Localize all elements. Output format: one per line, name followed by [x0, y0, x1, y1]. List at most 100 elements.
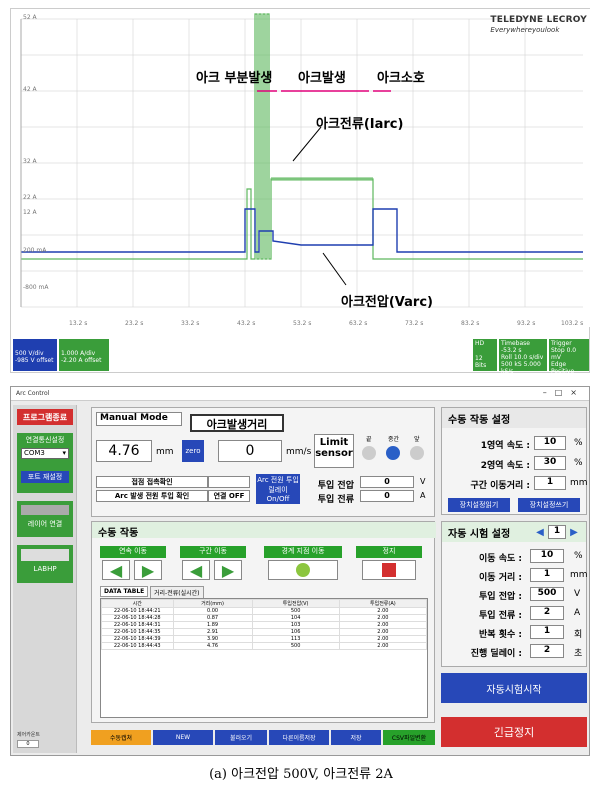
limit-sensor-label: Limit sensor [314, 434, 354, 468]
y-tick: 52 A [23, 14, 37, 21]
table-row[interactable]: 22-06-10 18:44:21 0.00 500 2.00 [101, 607, 428, 615]
emergency-stop-button[interactable]: 긴급정지 [441, 717, 587, 747]
load-button[interactable]: 불러오기 [215, 730, 267, 745]
labhp-box: LABHP [17, 545, 73, 583]
zone1-speed-input[interactable]: 10 [534, 436, 566, 450]
port-reset-button[interactable]: 포트 재설정 [21, 471, 69, 483]
save-as-button[interactable]: 다른이름저장 [269, 730, 329, 745]
table-row[interactable]: 22-06-10 18:44:39 3.90 113 2.00 [101, 635, 428, 643]
exit-program-button[interactable]: 프로그램종료 [17, 409, 73, 425]
section-distance-label: 구간 이동거리 : [470, 481, 530, 491]
figure-caption: (a) 아크전압 500V, 아크전류 2A [209, 767, 393, 782]
boundary-move-button[interactable] [268, 560, 338, 580]
voltage-trace [21, 208, 583, 253]
current-trace [21, 13, 583, 260]
led-label-front: 앞 [414, 436, 420, 443]
arc-distance-callout: 아크발생거리 [190, 414, 284, 432]
table-row[interactable]: 22-06-10 18:44:35 2.91 106 2.00 [101, 628, 428, 636]
oscilloscope-screenshot: 52 A 42 A 32 A 22 A 12 A 200 mA -800 mA … [10, 8, 591, 375]
tiny-label: 제어카운트 [17, 732, 41, 738]
relay-indicator [21, 505, 69, 515]
applied-voltage-input[interactable]: 500 [530, 587, 564, 601]
relay-connect-button[interactable]: 레이어 연결 [17, 519, 73, 529]
input-voltage-label: 투입 전압 [317, 481, 354, 491]
auto-index[interactable]: 1 [548, 525, 566, 539]
x-tick: 93.2 s [517, 320, 536, 327]
title-bar: Arc Control –□× [11, 387, 589, 401]
manual-capture-button[interactable]: 수동캡쳐 [91, 730, 151, 745]
prev-arrow-icon[interactable]: ◀ [534, 526, 546, 538]
annotation-arc-partial: 아크 부분발생 [196, 71, 273, 86]
move-speed-label: 이동 속도 : [479, 554, 522, 564]
y-tick: 32 A [23, 158, 37, 165]
left-sidebar: 프로그램종료 연결통신설정 COM3 ▾ 포트 재설정 레이어 연결 LABHP … [13, 405, 77, 753]
stop-square-icon [382, 563, 396, 577]
com-port-select[interactable]: COM3 ▾ [21, 448, 69, 459]
arc-power-check-label: Arc 발생 전원 투입 확인 [96, 490, 208, 502]
led-mid-icon [386, 446, 400, 460]
stop-button[interactable] [362, 560, 416, 580]
delay-input[interactable]: 2 [530, 644, 564, 658]
manual-settings-panel: 수동 작동 설정 1영역 속도 : 10 % 2영역 속도 : 30 % 구간 … [441, 407, 588, 515]
applied-current-unit: A [574, 608, 581, 618]
section-right-arrow-icon[interactable]: ▶ [214, 560, 242, 580]
annotation-arc-off: 아크소호 [377, 71, 425, 86]
applied-current-input[interactable]: 2 [530, 606, 564, 620]
section-distance-unit: mm [570, 478, 588, 488]
led-label-mid: 중간 [388, 436, 400, 443]
arc-control-window: Arc Control –□× 프로그램종료 연결통신설정 COM3 ▾ 포트 재… [10, 386, 590, 756]
move-speed-input[interactable]: 10 [530, 549, 564, 563]
table-row[interactable]: 22-06-10 18:44:31 1.89 103 2.00 [101, 621, 428, 629]
stop-label: 정지 [356, 546, 422, 558]
y-tick: 12 A [23, 209, 37, 216]
next-arrow-icon[interactable]: ▶ [568, 526, 580, 538]
zone2-speed-input[interactable]: 30 [534, 456, 566, 470]
labhp-indicator [21, 549, 69, 561]
annotation-arc-voltage: 아크전압(Varc) [341, 295, 433, 310]
delay-label: 진행 딜레이 : [470, 649, 522, 659]
tab-data-table[interactable]: DATA TABLE [100, 586, 149, 597]
save-button[interactable]: 저장 [331, 730, 381, 745]
scope-waveforms [20, 13, 583, 308]
x-tick: 63.2 s [349, 320, 368, 327]
delay-unit: 초 [574, 649, 583, 659]
labhp-button[interactable]: LABHP [17, 565, 73, 573]
scope-plot: 52 A 42 A 32 A 22 A 12 A 200 mA -800 mA … [11, 9, 591, 327]
c1-info: 500 V/div -985 V offset [13, 339, 57, 371]
repeat-label: 반복 횟수 : [479, 630, 522, 640]
timebase-info: Timebase -53.2 s Roll 10.0 s/div 500 kS … [499, 339, 547, 375]
repeat-input[interactable]: 1 [530, 625, 564, 639]
led-label-end: 끝 [366, 436, 372, 443]
move-distance-input[interactable]: 1 [530, 568, 564, 582]
zone2-speed-unit: % [574, 458, 583, 468]
arc-relay-button[interactable]: Arc 전원 투입 릴레이 On/Off [256, 474, 300, 504]
x-tick: 53.2 s [293, 320, 312, 327]
csv-convert-button[interactable]: CSV파일변환 [383, 730, 435, 745]
c4-info: 1.000 A/div -2.20 A offset [59, 339, 109, 371]
input-current-value: 0 [360, 490, 414, 502]
chevron-down-icon: ▾ [62, 449, 66, 457]
table-row[interactable]: 22-06-10 18:44:28 0.87 104 2.00 [101, 614, 428, 622]
teledyne-logo: TELEDYNE LECROY Everywhereyoulook [490, 15, 587, 34]
y-tick: -800 mA [23, 284, 49, 291]
auto-test-start-button[interactable]: 자동시험시작 [441, 673, 587, 703]
section-distance-input[interactable]: 1 [534, 476, 566, 490]
continuous-left-arrow-icon[interactable]: ◀ [102, 560, 130, 580]
new-button[interactable]: NEW [153, 730, 213, 745]
annotation-arc-current: 아크전류(Iarc) [316, 117, 404, 132]
read-settings-button[interactable]: 장치설정읽기 [448, 498, 510, 512]
continuous-right-arrow-icon[interactable]: ▶ [134, 560, 162, 580]
applied-current-label: 투입 전류 : [479, 611, 522, 621]
zone1-speed-unit: % [574, 438, 583, 448]
y-tick: 200 mA [23, 247, 47, 254]
section-left-arrow-icon[interactable]: ◀ [182, 560, 210, 580]
limit-leds: 끝 중간 앞 [358, 434, 434, 468]
write-settings-button[interactable]: 장치설정쓰기 [518, 498, 580, 512]
input-voltage-unit: V [420, 477, 426, 486]
table-row[interactable]: 22-06-10 18:44:43 4.76 500 2.00 [101, 642, 428, 650]
window-controls[interactable]: –□× [543, 388, 585, 397]
y-tick: 22 A [23, 194, 37, 201]
boundary-move-label: 경계 지점 이동 [264, 546, 342, 558]
zero-button[interactable]: zero [182, 440, 204, 462]
x-tick: 83.2 s [461, 320, 480, 327]
